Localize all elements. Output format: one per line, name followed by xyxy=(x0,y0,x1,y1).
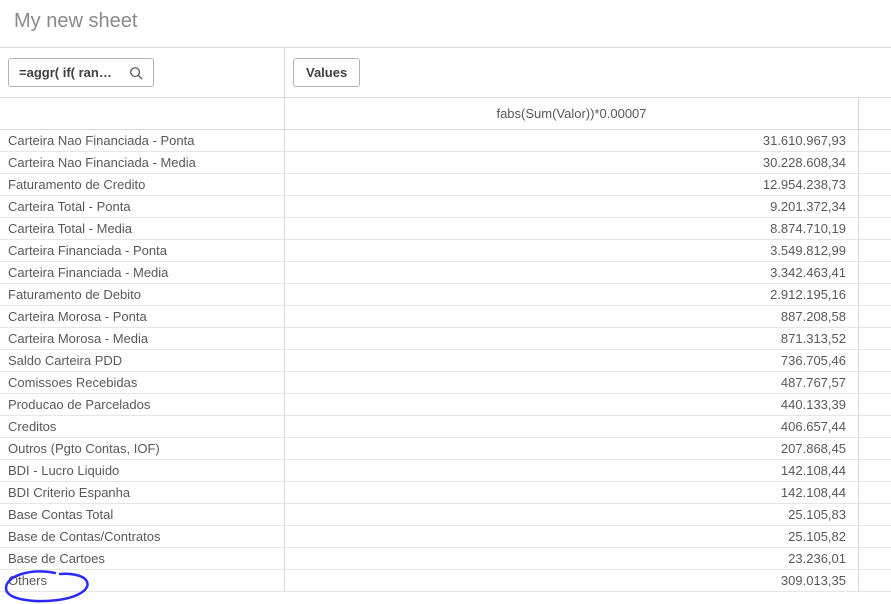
table-body: Carteira Nao Financiada - Ponta31.610.96… xyxy=(0,130,891,592)
right-spacer xyxy=(859,174,891,195)
value-cell[interactable]: 887.208,58 xyxy=(285,306,859,327)
sheet-title: My new sheet xyxy=(0,0,891,47)
value-cell[interactable]: 23.236,01 xyxy=(285,548,859,569)
dimension-cell[interactable]: Carteira Financiada - Media xyxy=(0,262,285,283)
value-cell[interactable]: 142.108,44 xyxy=(285,482,859,503)
table-row[interactable]: Comissoes Recebidas487.767,57 xyxy=(0,372,891,394)
dimension-cell[interactable]: Saldo Carteira PDD xyxy=(0,350,285,371)
table-row[interactable]: Base de Contas/Contratos25.105,82 xyxy=(0,526,891,548)
dimension-cell[interactable]: Producao de Parcelados xyxy=(0,394,285,415)
dimension-cell[interactable]: Faturamento de Debito xyxy=(0,284,285,305)
dimension-selector[interactable]: =aggr( if( rank(s... xyxy=(8,58,154,87)
right-spacer xyxy=(859,218,891,239)
dimension-cell[interactable]: Carteira Nao Financiada - Ponta xyxy=(0,130,285,151)
dimension-cell[interactable]: Base de Cartoes xyxy=(0,548,285,569)
right-spacer xyxy=(859,372,891,393)
value-cell[interactable]: 30.228.608,34 xyxy=(285,152,859,173)
table-row[interactable]: Creditos406.657,44 xyxy=(0,416,891,438)
dimension-selector-label: =aggr( if( rank(s... xyxy=(19,65,119,80)
dimension-cell[interactable]: Carteira Nao Financiada - Media xyxy=(0,152,285,173)
table-row[interactable]: BDI Criterio Espanha142.108,44 xyxy=(0,482,891,504)
right-spacer xyxy=(859,196,891,217)
value-cell[interactable]: 25.105,83 xyxy=(285,504,859,525)
search-icon xyxy=(129,66,143,80)
table-row[interactable]: Outros (Pgto Contas, IOF)207.868,45 xyxy=(0,438,891,460)
value-cell[interactable]: 31.610.967,93 xyxy=(285,130,859,151)
right-spacer xyxy=(859,504,891,525)
table-row[interactable]: Carteira Financiada - Media3.342.463,41 xyxy=(0,262,891,284)
right-spacer xyxy=(859,152,891,173)
dimension-cell[interactable]: BDI Criterio Espanha xyxy=(0,482,285,503)
right-spacer xyxy=(859,98,891,129)
table-row[interactable]: BDI - Lucro Liquido142.108,44 xyxy=(0,460,891,482)
table-row[interactable]: Carteira Total - Ponta9.201.372,34 xyxy=(0,196,891,218)
value-cell[interactable]: 207.868,45 xyxy=(285,438,859,459)
value-cell[interactable]: 8.874.710,19 xyxy=(285,218,859,239)
value-cell[interactable]: 309.013,35 xyxy=(285,570,859,591)
dimension-cell[interactable]: Carteira Total - Ponta xyxy=(0,196,285,217)
right-spacer xyxy=(859,570,891,591)
value-cell[interactable]: 142.108,44 xyxy=(285,460,859,481)
table-row[interactable]: Carteira Financiada - Ponta3.549.812,99 xyxy=(0,240,891,262)
table-row[interactable]: Carteira Nao Financiada - Media30.228.60… xyxy=(0,152,891,174)
value-cell[interactable]: 3.342.463,41 xyxy=(285,262,859,283)
values-button[interactable]: Values xyxy=(293,58,360,87)
right-spacer xyxy=(859,284,891,305)
table-row[interactable]: Others309.013,35 xyxy=(0,570,891,592)
dimension-cell[interactable]: BDI - Lucro Liquido xyxy=(0,460,285,481)
dimension-cell[interactable]: Carteira Financiada - Ponta xyxy=(0,240,285,261)
dimension-header-cell: =aggr( if( rank(s... xyxy=(0,48,285,97)
right-spacer xyxy=(859,130,891,151)
right-spacer xyxy=(859,240,891,261)
right-spacer xyxy=(859,328,891,349)
values-header-cell: Values xyxy=(285,48,891,97)
dimension-cell[interactable]: Base de Contas/Contratos xyxy=(0,526,285,547)
table-row[interactable]: Base de Cartoes23.236,01 xyxy=(0,548,891,570)
dimension-cell[interactable]: Carteira Morosa - Media xyxy=(0,328,285,349)
right-spacer xyxy=(859,416,891,437)
value-cell[interactable]: 25.105,82 xyxy=(285,526,859,547)
right-spacer xyxy=(859,438,891,459)
right-spacer xyxy=(859,350,891,371)
value-cell[interactable]: 440.133,39 xyxy=(285,394,859,415)
right-spacer xyxy=(859,306,891,327)
measure-header-row: fabs(Sum(Valor))*0.00007 xyxy=(0,98,891,130)
right-spacer xyxy=(859,262,891,283)
table-row[interactable]: Faturamento de Credito12.954.238,73 xyxy=(0,174,891,196)
right-spacer xyxy=(859,460,891,481)
dimension-cell[interactable]: Others xyxy=(0,570,285,591)
dimension-cell[interactable]: Faturamento de Credito xyxy=(0,174,285,195)
table-row[interactable]: Base Contas Total25.105,83 xyxy=(0,504,891,526)
table-row[interactable]: Saldo Carteira PDD736.705,46 xyxy=(0,350,891,372)
table-row[interactable]: Faturamento de Debito2.912.195,16 xyxy=(0,284,891,306)
dimension-cell[interactable]: Carteira Total - Media xyxy=(0,218,285,239)
table-row[interactable]: Carteira Morosa - Media871.313,52 xyxy=(0,328,891,350)
table-header-row: =aggr( if( rank(s... Values xyxy=(0,48,891,98)
table-row[interactable]: Producao de Parcelados440.133,39 xyxy=(0,394,891,416)
dimension-cell[interactable]: Base Contas Total xyxy=(0,504,285,525)
dimension-cell[interactable]: Creditos xyxy=(0,416,285,437)
value-cell[interactable]: 871.313,52 xyxy=(285,328,859,349)
table-row[interactable]: Carteira Nao Financiada - Ponta31.610.96… xyxy=(0,130,891,152)
value-cell[interactable]: 12.954.238,73 xyxy=(285,174,859,195)
right-spacer xyxy=(859,526,891,547)
measure-header-label[interactable]: fabs(Sum(Valor))*0.00007 xyxy=(285,98,859,129)
table-row[interactable]: Carteira Morosa - Ponta887.208,58 xyxy=(0,306,891,328)
value-cell[interactable]: 736.705,46 xyxy=(285,350,859,371)
value-cell[interactable]: 487.767,57 xyxy=(285,372,859,393)
dimension-cell[interactable]: Outros (Pgto Contas, IOF) xyxy=(0,438,285,459)
right-spacer xyxy=(859,548,891,569)
value-cell[interactable]: 2.912.195,16 xyxy=(285,284,859,305)
right-spacer xyxy=(859,482,891,503)
dimension-cell[interactable]: Carteira Morosa - Ponta xyxy=(0,306,285,327)
pivot-table: =aggr( if( rank(s... Values fabs(Sum(Val… xyxy=(0,47,891,592)
dimension-cell[interactable]: Comissoes Recebidas xyxy=(0,372,285,393)
values-button-label: Values xyxy=(306,65,347,80)
value-cell[interactable]: 9.201.372,34 xyxy=(285,196,859,217)
value-cell[interactable]: 406.657,44 xyxy=(285,416,859,437)
value-cell[interactable]: 3.549.812,99 xyxy=(285,240,859,261)
right-spacer xyxy=(859,394,891,415)
dimension-header-spacer xyxy=(0,98,285,129)
table-row[interactable]: Carteira Total - Media8.874.710,19 xyxy=(0,218,891,240)
